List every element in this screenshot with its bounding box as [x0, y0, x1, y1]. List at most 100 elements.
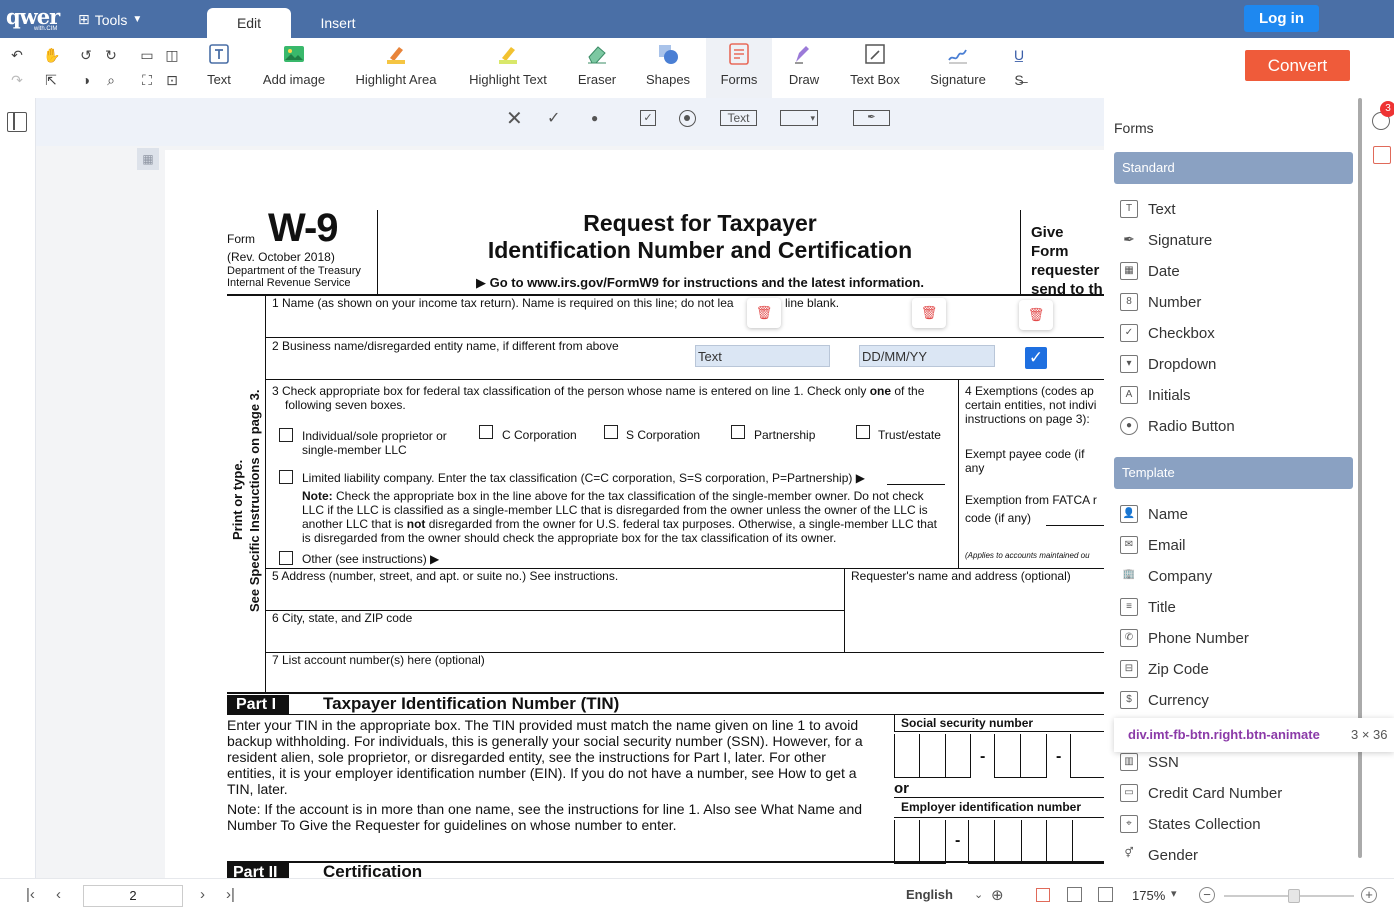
tools-menu-button[interactable]: ⊞ Tools ▼	[78, 11, 142, 28]
panel-item-company[interactable]: 🏢 Company	[1120, 564, 1212, 588]
zoom-level[interactable]: 175%	[1132, 888, 1165, 903]
tab-insert[interactable]: Insert	[304, 8, 372, 38]
single-page-icon[interactable]: ▭	[139, 47, 155, 63]
panel-item-radio-button[interactable]: ● Radio Button	[1120, 414, 1235, 438]
delete-field-button[interactable]: 🗑	[747, 298, 781, 328]
sidebar-toggle-icon[interactable]	[7, 112, 27, 132]
delete-field-button[interactable]: 🗑	[1019, 300, 1053, 330]
tool-text-box[interactable]: Text Box	[846, 42, 904, 87]
tool-add-image[interactable]: Add image	[260, 42, 328, 87]
cross-field-icon[interactable]: ✕	[506, 106, 523, 131]
date-form-field[interactable]: DD/MM/YY	[859, 345, 995, 367]
search-icon[interactable]: ⌕	[103, 72, 119, 88]
two-page-icon[interactable]: ◫	[164, 47, 180, 63]
undo-icon[interactable]: ↶	[9, 47, 25, 63]
check-field-icon[interactable]: ✓	[547, 108, 560, 128]
page-number-input[interactable]: 2	[83, 885, 183, 907]
rotate-left-icon[interactable]: ↺	[78, 47, 94, 63]
main-toolbar: ↶ ✋ ↺ ↻ ▭ ◫ ↷ ⇱ ◑ ⌕ ⛶ ⊡ Text Add image H…	[0, 38, 1394, 98]
tool-signature[interactable]: Signature	[926, 42, 990, 87]
forms-panel-icon[interactable]	[1373, 146, 1391, 164]
ssn-box-group[interactable]	[1070, 734, 1104, 778]
checkbox-form-field[interactable]: ✓	[1025, 347, 1047, 369]
ein-box-group[interactable]	[894, 820, 946, 864]
panel-item-name[interactable]: 👤 Name	[1120, 502, 1188, 526]
text-field-button[interactable]: Text	[720, 110, 757, 126]
document-page[interactable]: Form W-9 (Rev. October 2018) Department …	[165, 150, 1104, 878]
panel-item-gender[interactable]: ⚥ Gender	[1120, 843, 1198, 867]
convert-button[interactable]: Convert	[1245, 50, 1350, 81]
contrast-icon[interactable]: ◑	[78, 72, 94, 88]
app-logo[interactable]: qwer with.CIM	[6, 4, 60, 32]
llc-label: Limited liability company. Enter the tax…	[302, 471, 865, 485]
standard-section-header[interactable]: Standard	[1114, 152, 1353, 184]
other-checkbox[interactable]	[279, 551, 293, 565]
prev-page-icon[interactable]: ‹	[56, 886, 61, 903]
tool-draw[interactable]: Draw	[784, 42, 824, 87]
panel-item-ssn[interactable]: ▥ SSN	[1120, 750, 1179, 774]
next-page-icon[interactable]: ›	[200, 886, 205, 903]
tool-highlight-area[interactable]: Highlight Area	[352, 42, 440, 87]
ein-box-group[interactable]	[968, 820, 1104, 864]
chevron-down-icon[interactable]: ⌄	[974, 888, 983, 901]
fit-width-view-icon[interactable]	[1098, 887, 1113, 902]
radio-field-icon[interactable]	[679, 110, 696, 127]
dropdown-icon: ▾	[1120, 355, 1138, 373]
tool-shapes[interactable]: Shapes	[644, 42, 692, 87]
rotate-right-icon[interactable]: ↻	[103, 47, 119, 63]
zoom-chevron-icon[interactable]: ▾	[1171, 887, 1177, 900]
delete-field-button[interactable]: 🗑	[912, 298, 946, 328]
zoom-in-icon[interactable]: +	[1361, 887, 1377, 903]
panel-item-dropdown[interactable]: ▾ Dropdown	[1120, 352, 1216, 376]
panel-item-currency[interactable]: $ Currency	[1120, 688, 1209, 712]
ssn-box-group[interactable]	[894, 734, 971, 778]
fit-page-view-icon[interactable]	[1067, 887, 1082, 902]
strikethrough-icon[interactable]: S̶	[1011, 72, 1027, 88]
template-section-header[interactable]: Template	[1114, 457, 1353, 489]
dot-field-icon[interactable]: ●	[591, 111, 598, 125]
hand-icon[interactable]: ✋	[43, 47, 60, 63]
first-page-icon[interactable]: |‹	[26, 886, 35, 903]
individual-checkbox[interactable]	[279, 428, 293, 442]
tab-edit[interactable]: Edit	[207, 8, 291, 38]
underline-icon[interactable]: U̲	[1011, 47, 1027, 63]
panel-item-signature[interactable]: ✒ Signature	[1120, 228, 1212, 252]
panel-item-states-collection[interactable]: ⌖ States Collection	[1120, 812, 1261, 836]
select-cursor-icon[interactable]: ⇱	[43, 72, 59, 88]
panel-item-credit-card-number[interactable]: ▭ Credit Card Number	[1120, 781, 1282, 805]
globe-icon[interactable]: ⊕	[991, 886, 1004, 904]
trust-checkbox[interactable]	[856, 425, 870, 439]
page-thumbnail-marker[interactable]: ▦	[137, 148, 159, 170]
signature-field-icon[interactable]: ✒	[853, 110, 890, 126]
tool-text[interactable]: Text	[200, 42, 238, 87]
panel-item-number[interactable]: 8 Number	[1120, 290, 1201, 314]
tool-highlight-text[interactable]: Highlight Text	[464, 42, 552, 87]
fit-width-icon[interactable]: ⊡	[164, 72, 180, 88]
ssn-box-group[interactable]	[994, 734, 1047, 778]
llc-checkbox[interactable]	[279, 470, 293, 484]
zoom-slider-handle[interactable]	[1288, 889, 1300, 903]
zoom-out-icon[interactable]: −	[1199, 887, 1215, 903]
tool-eraser[interactable]: Eraser	[574, 42, 620, 87]
panel-item-email[interactable]: ✉ Email	[1120, 533, 1186, 557]
panel-item-checkbox[interactable]: ✓ Checkbox	[1120, 321, 1215, 345]
panel-item-title[interactable]: ≡ Title	[1120, 595, 1176, 619]
single-page-view-icon[interactable]	[1036, 888, 1050, 902]
panel-item-initials[interactable]: A Initials	[1120, 383, 1191, 407]
panel-item-date[interactable]: ▦ Date	[1120, 259, 1180, 283]
fit-page-icon[interactable]: ⛶	[139, 72, 155, 88]
language-select[interactable]: English	[906, 887, 953, 902]
dropdown-field-icon[interactable]: ▾	[780, 110, 818, 126]
checkbox-field-icon[interactable]: ✓	[640, 110, 656, 126]
panel-item-phone-number[interactable]: ✆ Phone Number	[1120, 626, 1249, 650]
s-corp-checkbox[interactable]	[604, 425, 618, 439]
tool-forms[interactable]: Forms	[706, 38, 772, 98]
c-corp-checkbox[interactable]	[479, 425, 493, 439]
panel-item-zip-code[interactable]: ⊟ Zip Code	[1120, 657, 1209, 681]
redo-icon[interactable]: ↷	[9, 72, 25, 88]
text-form-field[interactable]: Text	[695, 345, 830, 367]
partnership-checkbox[interactable]	[731, 425, 745, 439]
login-button[interactable]: Log in	[1244, 5, 1319, 32]
panel-item-text[interactable]: T Text	[1120, 197, 1176, 221]
last-page-icon[interactable]: ›|	[226, 886, 235, 903]
